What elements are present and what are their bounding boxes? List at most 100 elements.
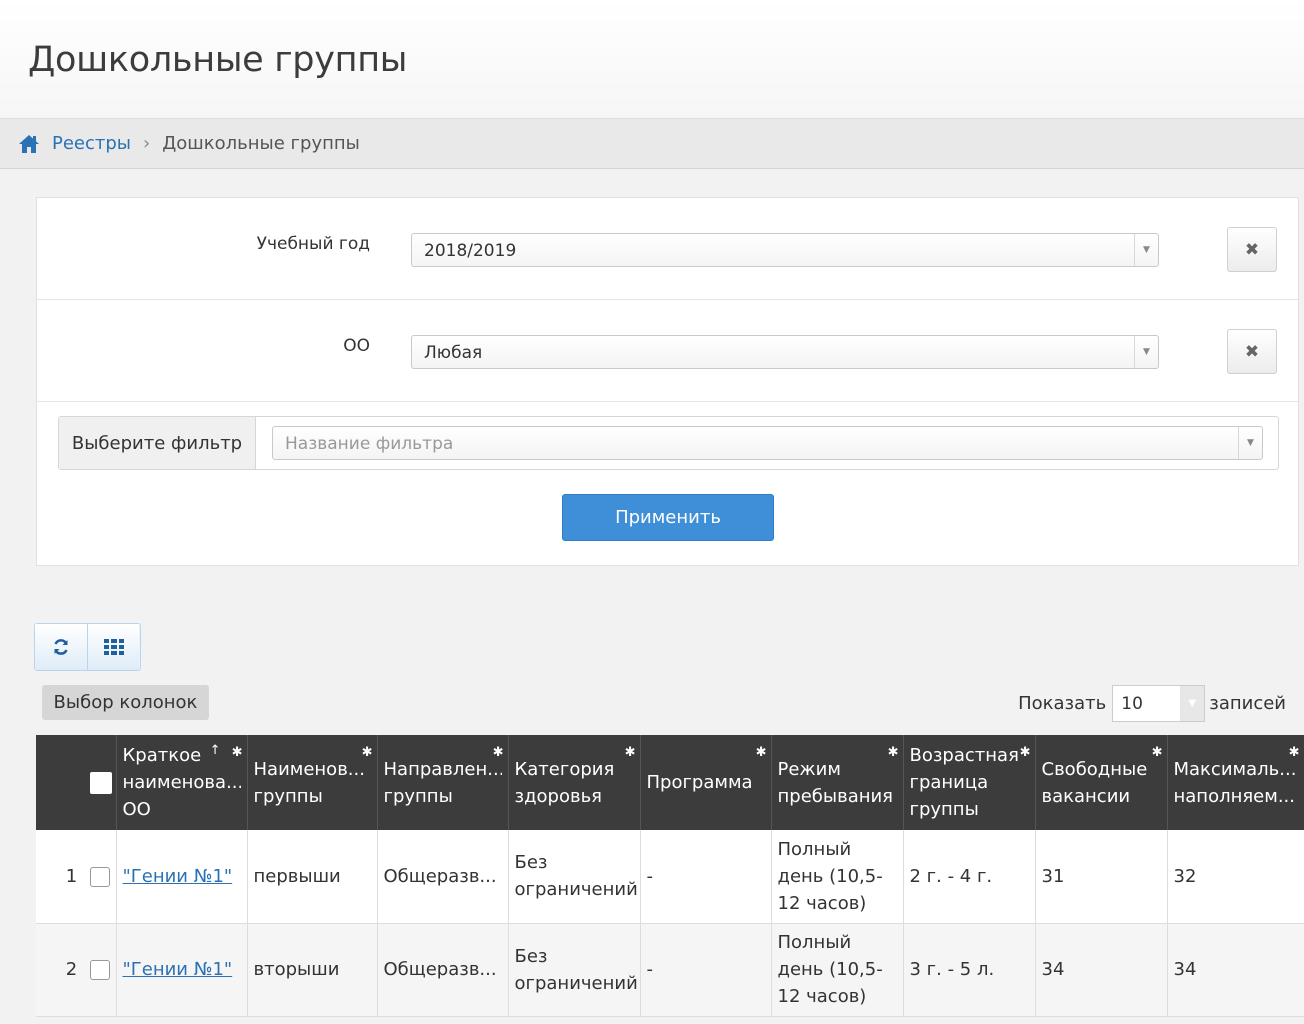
cell-oo: "Гении №1": [116, 830, 248, 924]
grid-view-button[interactable]: [87, 624, 139, 670]
page-size-value: 10: [1121, 694, 1143, 714]
header-group-name[interactable]: Наименов... группы ✱: [247, 735, 378, 830]
page-size-select[interactable]: 10 ▼: [1112, 685, 1206, 722]
chevron-down-icon[interactable]: ▼: [1180, 686, 1205, 721]
row-select-cell: 1: [36, 830, 117, 924]
named-filter-group: Выберите фильтр Название фильтра ▼: [58, 416, 1279, 470]
oo-link[interactable]: "Гении №1": [123, 959, 233, 980]
header-select-all: [36, 735, 117, 830]
filter-panel: Учебный год 2018/2019 ▼ ✖ ОО Любая ▼ ✖ В…: [36, 197, 1299, 566]
cell-vacancies: 34: [1035, 923, 1168, 1017]
header-label: Наименов... группы: [253, 758, 365, 807]
gear-icon[interactable]: ✱: [493, 739, 504, 766]
header-label: Категория здоровья: [514, 758, 615, 807]
cell-capacity: 32: [1167, 830, 1304, 924]
header-program[interactable]: Программа ✱: [640, 735, 772, 830]
header-capacity[interactable]: Максималь... наполняем... ✱: [1167, 735, 1304, 830]
header-mode[interactable]: Режим пребывания ✱: [771, 735, 904, 830]
home-icon[interactable]: [18, 134, 40, 154]
grid-icon: [103, 639, 124, 655]
filter-row-oo: ОО Любая ▼ ✖: [37, 300, 1298, 402]
header-vacancies[interactable]: Свободные вакансии ✱: [1035, 735, 1168, 830]
gear-icon[interactable]: ✱: [232, 739, 243, 766]
cell-oo: "Гении №1": [116, 923, 248, 1017]
cell-age: 3 г. - 5 л.: [903, 923, 1036, 1017]
named-filter-select[interactable]: Название фильтра ▼: [272, 426, 1263, 460]
cell-health: Без ограничений: [508, 830, 641, 924]
row-number: 1: [65, 865, 78, 887]
breadcrumb: Реестры › Дошкольные группы: [0, 118, 1304, 169]
gear-icon[interactable]: ✱: [888, 739, 899, 766]
chevron-down-icon[interactable]: ▼: [1134, 336, 1158, 368]
year-label: Учебный год: [256, 234, 370, 254]
cell-group: вторыши: [247, 923, 378, 1017]
refresh-icon: [54, 639, 68, 655]
gear-icon[interactable]: ✱: [1289, 739, 1300, 766]
page-size-control: Показать 10 ▼ записей: [1018, 685, 1286, 722]
named-filter-placeholder: Название фильтра: [285, 434, 454, 454]
header-label: Свободные вакансии: [1041, 758, 1148, 807]
header-label: Возрастная граница группы: [909, 745, 1019, 820]
table-row[interactable]: 2 "Гении №1" вторыши Общеразв... Без огр…: [36, 923, 1304, 1017]
oo-select[interactable]: Любая ▼: [411, 335, 1159, 369]
header-label: Режим пребывания: [777, 758, 894, 807]
row-checkbox[interactable]: [89, 960, 110, 980]
table-toolbar: [34, 623, 141, 671]
clear-oo-button[interactable]: ✖: [1227, 329, 1277, 374]
header-short-name[interactable]: Краткое наименова... ОО ↑ ✱: [116, 735, 248, 830]
header-label: Максималь... наполняем...: [1173, 758, 1297, 807]
cell-mode: Полный день (10,5-12 часов): [771, 923, 904, 1017]
gear-icon[interactable]: ✱: [756, 739, 767, 766]
direction-text: Общеразв...: [383, 865, 497, 887]
row-number: 2: [65, 959, 78, 980]
apply-button[interactable]: Применить: [562, 494, 774, 541]
breadcrumb-current: Дошкольные группы: [162, 133, 360, 154]
page-header: Дошкольные группы: [0, 0, 1304, 118]
row-select-cell: 2: [36, 923, 117, 1017]
cell-program: -: [640, 923, 772, 1017]
gear-icon[interactable]: ✱: [362, 739, 373, 766]
cell-direction: Общеразв...: [377, 830, 509, 924]
direction-text: Общеразв...: [383, 959, 497, 980]
cell-group: первыши: [247, 830, 378, 924]
table-row[interactable]: 1 "Гении №1" первыши Общеразв... Без огр…: [36, 830, 1304, 924]
table-header-row: Краткое наименова... ОО ↑ ✱ Наименов... …: [36, 735, 1304, 830]
page-size-prefix: Показать: [1018, 693, 1107, 714]
select-all-checkbox[interactable]: [89, 772, 112, 794]
header-direction[interactable]: Направлен... группы ✱: [377, 735, 509, 830]
sort-asc-icon[interactable]: ↑: [210, 737, 221, 764]
cell-health: Без ограничений: [508, 923, 641, 1017]
groups-table: Краткое наименова... ОО ↑ ✱ Наименов... …: [36, 735, 1304, 1017]
page-title: Дошкольные группы: [28, 40, 408, 80]
cell-mode: Полный день (10,5-12 часов): [771, 830, 904, 924]
oo-select-value: Любая: [424, 343, 483, 363]
choose-columns-button[interactable]: Выбор колонок: [42, 685, 209, 720]
gear-icon[interactable]: ✱: [1020, 739, 1031, 766]
row-checkbox[interactable]: [89, 866, 110, 887]
header-label: Программа: [646, 772, 753, 793]
year-select-value: 2018/2019: [424, 241, 517, 261]
gear-icon[interactable]: ✱: [1152, 739, 1163, 766]
cell-capacity: 34: [1167, 923, 1304, 1017]
breadcrumb-separator: ›: [143, 133, 151, 154]
chevron-down-icon[interactable]: ▼: [1134, 234, 1158, 266]
header-label: Направлен... группы: [383, 758, 502, 807]
header-health[interactable]: Категория здоровья ✱: [508, 735, 641, 830]
header-age[interactable]: Возрастная граница группы ✱: [903, 735, 1036, 830]
chevron-down-icon[interactable]: ▼: [1238, 427, 1262, 459]
cell-direction: Общеразв...: [377, 923, 509, 1017]
cell-vacancies: 31: [1035, 830, 1168, 924]
breadcrumb-link-registries[interactable]: Реестры: [52, 133, 131, 154]
header-label: Краткое наименова... ОО: [122, 745, 241, 820]
cell-age: 2 г. - 4 г.: [903, 830, 1036, 924]
gear-icon[interactable]: ✱: [625, 739, 636, 766]
filter-row-year: Учебный год 2018/2019 ▼ ✖: [37, 198, 1298, 300]
clear-year-button[interactable]: ✖: [1227, 227, 1277, 272]
named-filter-label: Выберите фильтр: [59, 417, 256, 469]
oo-label: ОО: [343, 336, 370, 356]
oo-link[interactable]: "Гении №1": [123, 866, 233, 887]
refresh-button[interactable]: [35, 624, 87, 670]
year-select[interactable]: 2018/2019 ▼: [411, 233, 1159, 267]
cell-program: -: [640, 830, 772, 924]
page-size-suffix: записей: [1209, 693, 1286, 714]
